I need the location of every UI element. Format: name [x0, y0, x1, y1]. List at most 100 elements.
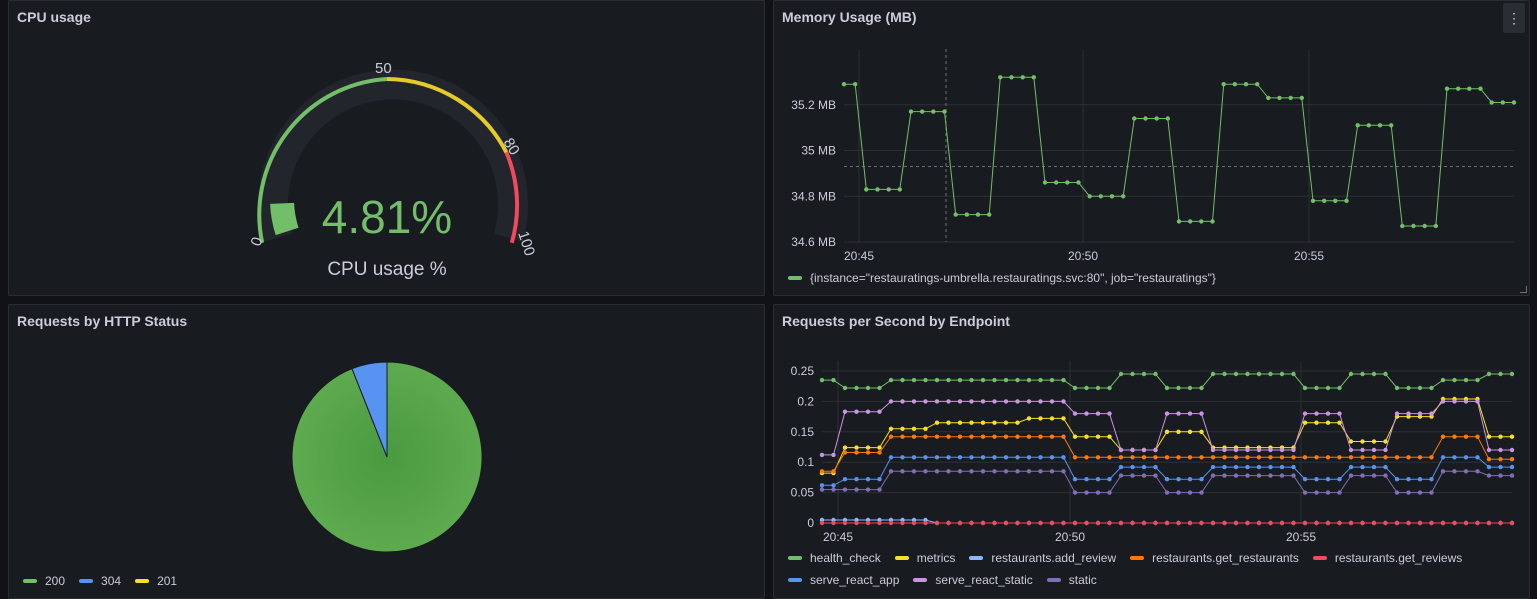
data-point	[934, 434, 940, 439]
data-point	[1233, 371, 1239, 377]
data-point	[1486, 457, 1492, 462]
data-point	[1132, 116, 1137, 121]
data-point	[1279, 473, 1285, 478]
series--instance-restauratings-umbrella-restaur[interactable]	[841, 75, 1517, 229]
data-point	[1243, 82, 1249, 87]
memory-legend: {instance="restauratings-umbrella.restau…	[788, 267, 1230, 289]
data-point	[1325, 411, 1331, 416]
legend-item-200[interactable]: 200	[23, 570, 65, 592]
data-point	[1268, 447, 1273, 453]
data-point	[1245, 455, 1250, 460]
memory-usage-panel[interactable]: Memory Usage (MB) ⋮ 34.6 MB 34.8 MB 35 MB 3…	[773, 0, 1530, 296]
legend-item-restaurants-get-reviews[interactable]: restaurants.get_reviews	[1312, 547, 1462, 569]
data-point	[980, 520, 986, 526]
series-health-check[interactable]	[819, 371, 1515, 391]
data-point	[1325, 385, 1331, 391]
legend-item-restaurants-add-review[interactable]: restaurants.add_review	[969, 547, 1116, 569]
legend-item-serve-react-app[interactable]: serve_react_app	[788, 569, 899, 591]
data-point	[1383, 464, 1388, 470]
legend-item-health-check[interactable]: health_check	[788, 547, 881, 569]
x-tick-label: 20:55	[1294, 249, 1324, 263]
data-point	[1279, 520, 1285, 526]
rps-line-chart[interactable]: 0 0.05 0.1 0.15 0.2 0.25 20:45 20:50 20:55	[774, 305, 1530, 545]
data-point	[877, 409, 882, 414]
data-point	[1015, 399, 1020, 404]
data-point	[1026, 455, 1032, 460]
data-point	[1314, 385, 1319, 391]
data-point	[1107, 455, 1112, 460]
data-point	[1026, 399, 1032, 404]
data-point	[1098, 194, 1103, 199]
cpu-usage-panel[interactable]: CPU usage 0 50 80 100 4.81% CPU usage %	[8, 0, 765, 296]
data-point	[980, 420, 986, 425]
series-restaurants-get-reviews[interactable]	[819, 520, 1515, 526]
data-point	[1042, 180, 1048, 185]
data-point	[1072, 490, 1078, 495]
legend-item-restaurants-get-restaurants[interactable]: restaurants.get_restaurants	[1130, 547, 1299, 569]
data-point	[1176, 385, 1181, 391]
data-point	[1130, 473, 1135, 478]
data-point	[1314, 490, 1319, 495]
data-point	[1348, 371, 1354, 377]
legend-swatch	[1312, 556, 1327, 560]
data-point	[1360, 464, 1365, 470]
data-point	[1348, 447, 1354, 453]
data-point	[1486, 434, 1492, 439]
data-point	[934, 455, 940, 460]
http-status-pie-chart[interactable]	[9, 305, 765, 599]
legend-item-201[interactable]: 201	[135, 570, 177, 592]
data-point	[1130, 455, 1135, 460]
rps-panel[interactable]: Requests per Second by Endpoint 0 0.05 0.1…	[773, 304, 1530, 599]
data-point	[1302, 420, 1308, 425]
data-point	[877, 477, 882, 482]
data-point	[865, 487, 871, 492]
data-point	[1210, 371, 1216, 377]
data-point	[1452, 469, 1457, 474]
data-point	[1486, 447, 1492, 453]
legend-item-304[interactable]: 304	[79, 570, 121, 592]
data-point	[1009, 75, 1014, 80]
data-point	[1003, 469, 1009, 474]
data-point	[1325, 520, 1331, 526]
data-point	[1383, 371, 1388, 377]
data-point	[1095, 385, 1101, 391]
legend-item[interactable]: {instance="restauratings-umbrella.restau…	[788, 267, 1216, 289]
data-point	[877, 445, 882, 450]
data-point	[1291, 447, 1296, 453]
data-point	[1394, 385, 1400, 391]
data-point	[1440, 469, 1446, 474]
legend-label: health_check	[810, 551, 881, 565]
data-point	[923, 520, 928, 526]
data-point	[1038, 455, 1043, 460]
legend-item-serve-react-static[interactable]: serve_react_static	[913, 569, 1033, 591]
data-point	[1486, 520, 1492, 526]
data-point	[1498, 520, 1503, 526]
data-point	[886, 187, 891, 192]
data-point	[1509, 520, 1515, 526]
data-point	[1187, 411, 1193, 416]
data-point	[1337, 411, 1342, 416]
legend-item-static[interactable]: static	[1046, 569, 1097, 591]
chart-grid: 34.6 MB 34.8 MB 35 MB 35.2 MB 20:45 20:50 20:5…	[791, 49, 1514, 263]
resize-handle-icon[interactable]	[1520, 286, 1527, 293]
data-point	[1498, 447, 1503, 453]
data-point	[897, 187, 902, 192]
legend-item-metrics[interactable]: metrics	[894, 547, 955, 569]
series-restaurants-get-restaurants[interactable]	[819, 434, 1515, 474]
data-point	[1164, 477, 1170, 482]
data-point	[1232, 82, 1237, 87]
data-point	[946, 455, 951, 460]
legend-swatch	[913, 578, 928, 582]
data-point	[1394, 520, 1400, 526]
series-static[interactable]	[819, 469, 1515, 495]
data-point	[946, 377, 951, 383]
data-point	[1054, 180, 1059, 185]
http-status-panel[interactable]: Requests by HTTP Status 200 304 201	[8, 304, 765, 599]
memory-line-chart[interactable]: 34.6 MB 34.8 MB 35 MB 35.2 MB 20:45 20:50 20:5…	[774, 1, 1530, 296]
data-point	[1049, 434, 1055, 439]
data-point	[923, 399, 928, 404]
legend-swatch	[788, 556, 802, 560]
data-point	[1095, 455, 1101, 460]
data-point	[1486, 473, 1492, 478]
data-point	[888, 426, 894, 431]
